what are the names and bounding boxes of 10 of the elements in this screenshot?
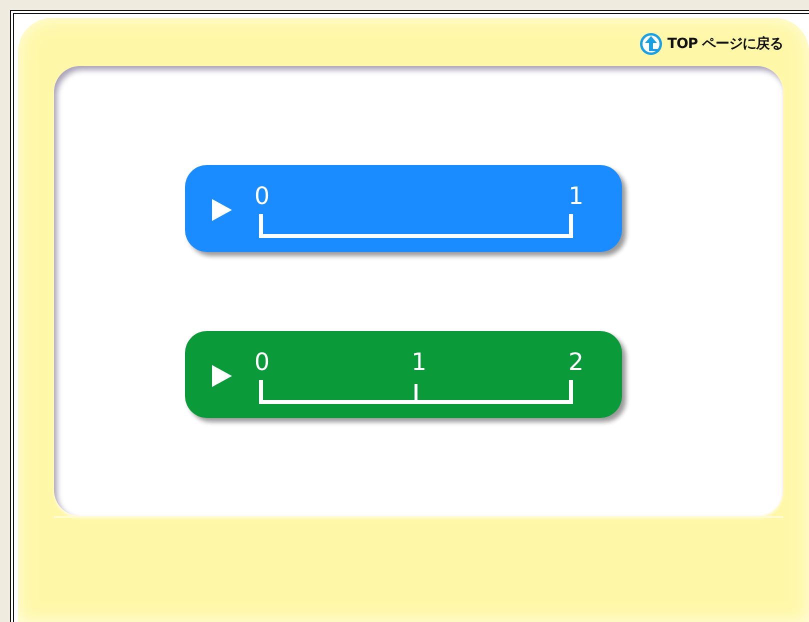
tick-label: 1: [568, 182, 584, 210]
number-line-button[interactable]: 0 1 2: [185, 330, 622, 418]
tick-label: 0: [254, 348, 270, 376]
tick-label: 0: [254, 182, 270, 210]
tick-label: 2: [568, 348, 584, 376]
play-icon: [211, 198, 233, 222]
play-icon: [211, 364, 233, 388]
top-page-link[interactable]: TOP ページに戻る: [639, 32, 783, 56]
number-line-button[interactable]: 0 1: [185, 164, 622, 252]
tick-label: 1: [411, 348, 427, 376]
